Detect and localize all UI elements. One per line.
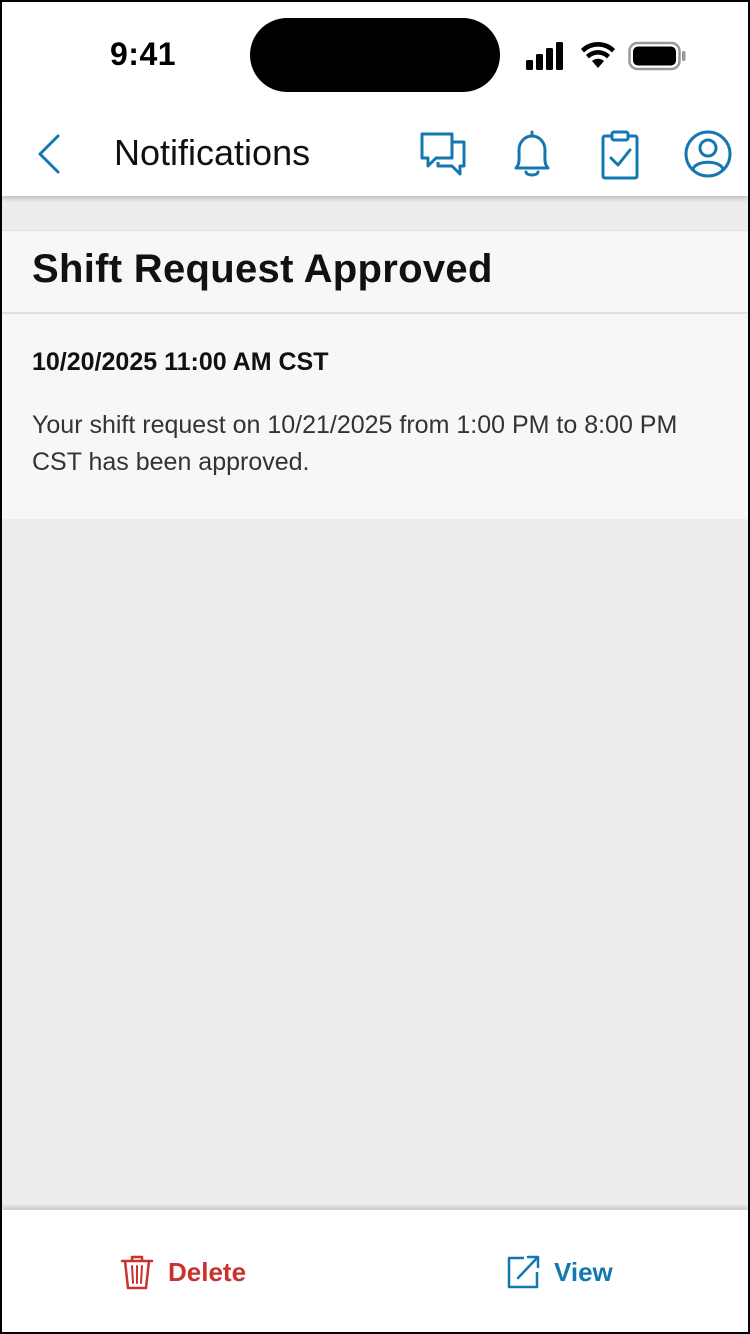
chat-icon[interactable]	[416, 128, 468, 180]
bell-icon[interactable]	[506, 128, 558, 180]
wifi-icon	[581, 41, 615, 68]
app-header: Notifications	[2, 110, 748, 196]
notification-content: Shift Request Approved 10/20/2025 11:00 …	[2, 196, 748, 1210]
battery-icon	[628, 41, 686, 71]
clipboard-check-icon[interactable]	[594, 128, 646, 180]
user-icon[interactable]	[682, 128, 734, 180]
external-link-icon	[507, 1255, 540, 1289]
phone-frame: 9:41 Notifications Shift Request Approve…	[0, 0, 750, 1334]
dynamic-island	[250, 18, 500, 92]
signal-icon	[526, 42, 563, 70]
page-title: Notifications	[114, 132, 311, 173]
notification-title: Shift Request Approved	[32, 247, 493, 291]
notification-card: Shift Request Approved 10/20/2025 11:00 …	[2, 230, 748, 519]
status-time: 9:41	[110, 36, 177, 72]
status-bar: 9:41	[2, 2, 748, 110]
notification-body: 10/20/2025 11:00 AM CST Your shift reque…	[2, 314, 748, 519]
delete-button[interactable]: Delete	[120, 1250, 246, 1294]
view-label: View	[554, 1256, 613, 1287]
notification-message: Your shift request on 10/21/2025 from 1:…	[32, 411, 678, 476]
trash-icon	[120, 1255, 154, 1290]
view-button[interactable]: View	[506, 1250, 613, 1294]
notification-header: Shift Request Approved	[2, 230, 748, 314]
delete-label: Delete	[168, 1256, 247, 1287]
back-button[interactable]	[30, 130, 70, 178]
bottom-action-bar: Delete View	[2, 1210, 748, 1332]
notification-datetime: 10/20/2025 11:00 AM CST	[32, 348, 329, 376]
